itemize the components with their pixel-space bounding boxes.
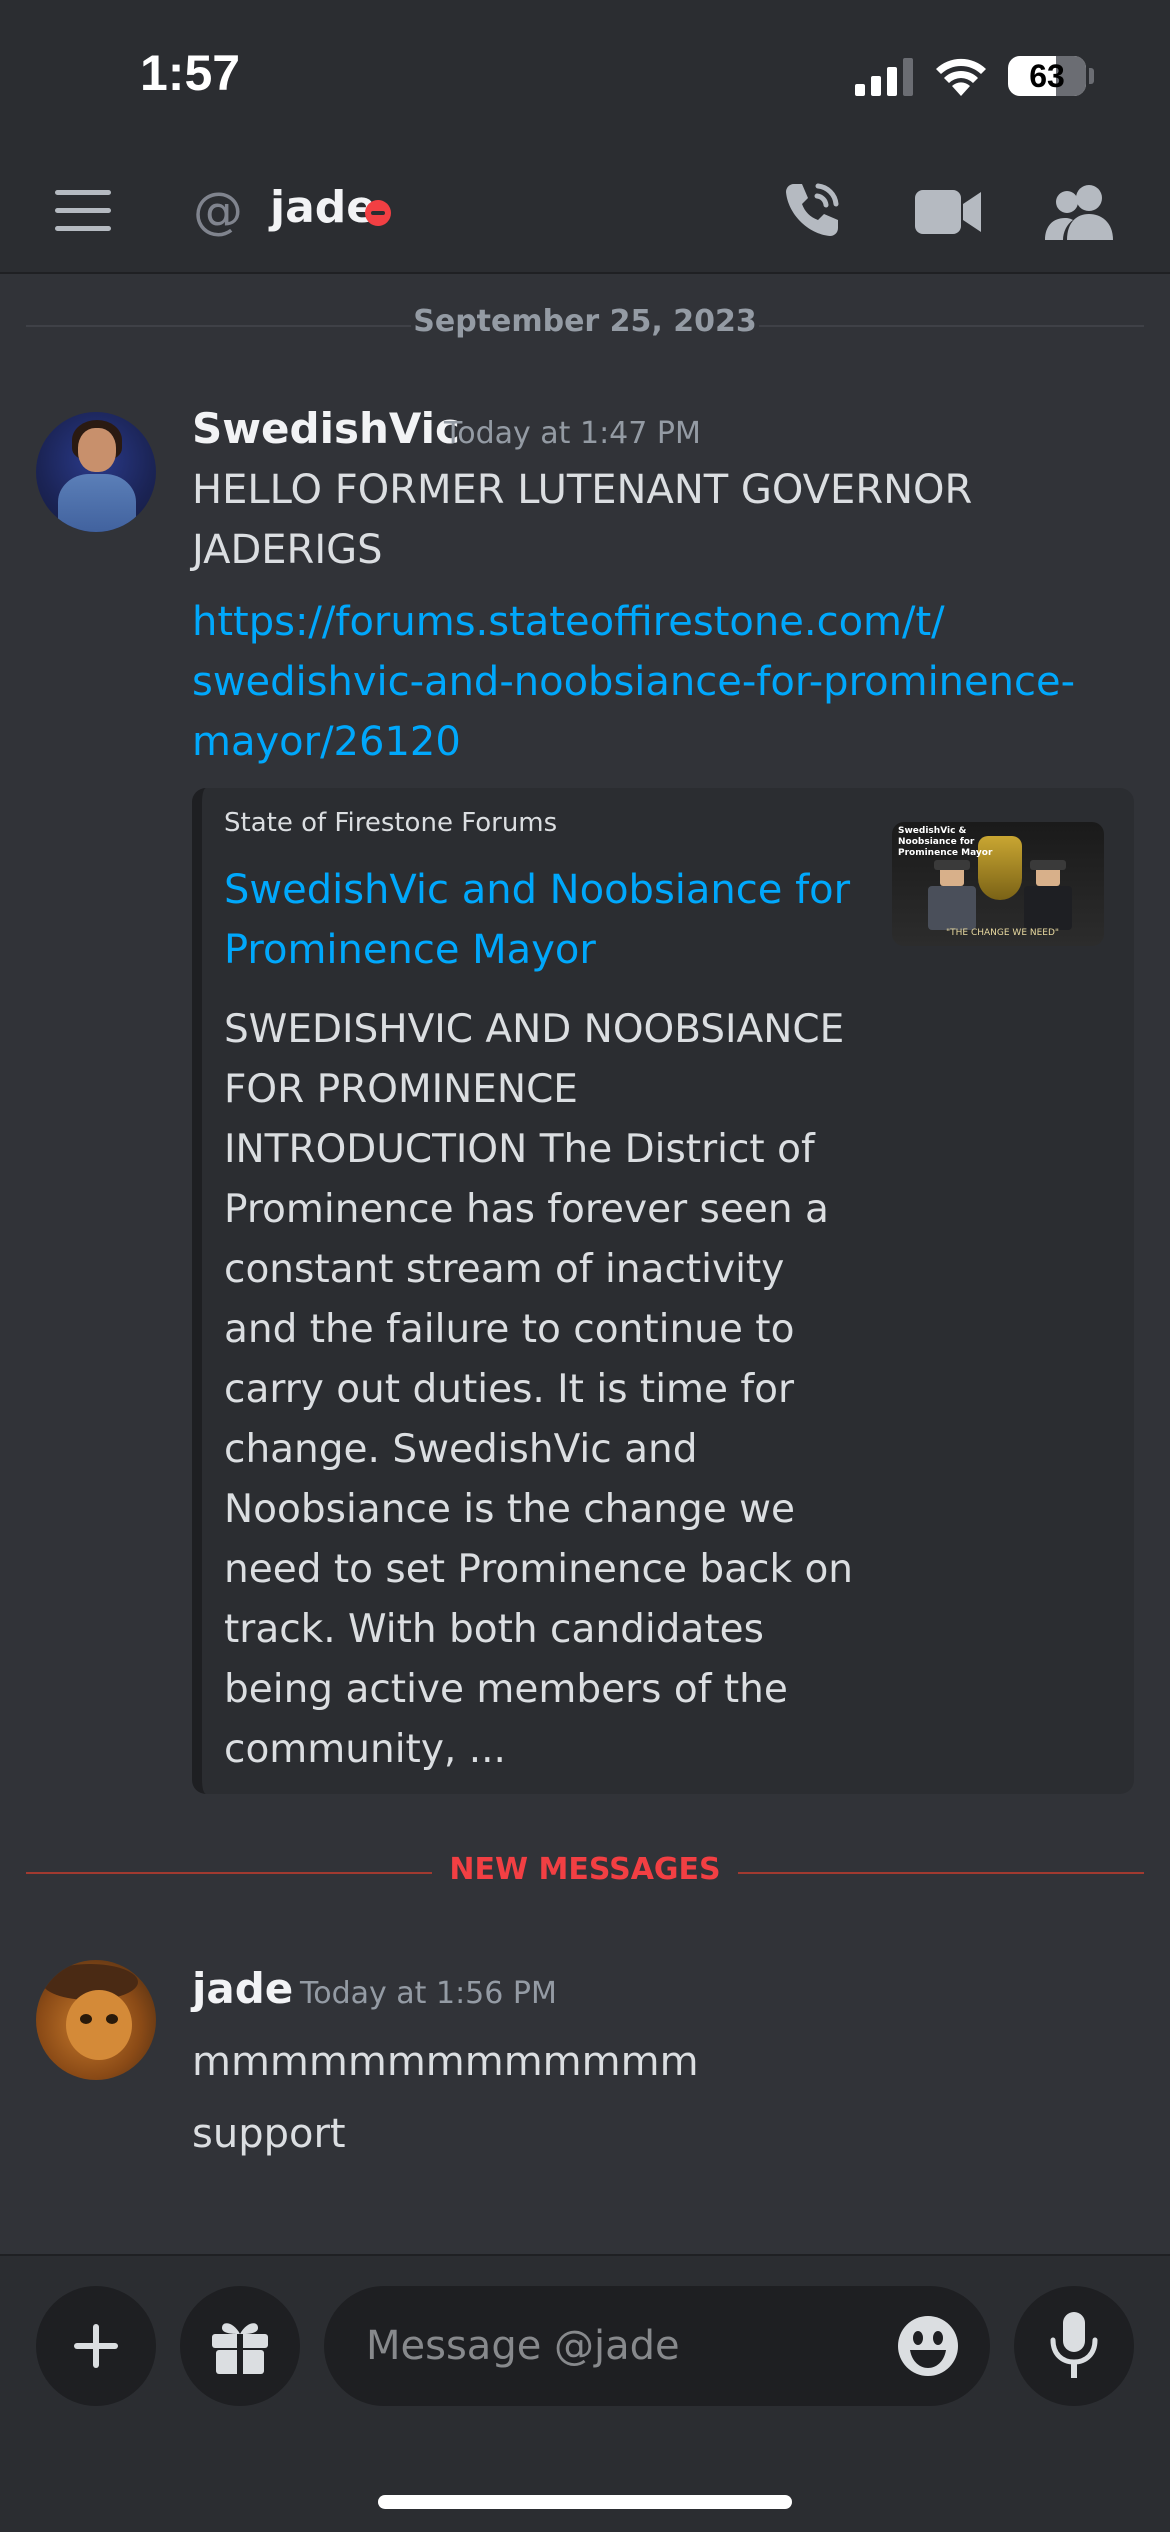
embed-description-line: need to set Prominence back on	[224, 1547, 854, 1592]
message-username[interactable]: SwedishVic	[192, 404, 460, 453]
microphone-button[interactable]	[1014, 2286, 1134, 2406]
embed-description-line: change. SwedishVic and	[224, 1427, 698, 1472]
message-text-line: support	[192, 2111, 346, 2157]
embed-description-line: INTRODUCTION The District of	[224, 1127, 815, 1172]
embed-description-line: carry out duties. It is time for	[224, 1367, 795, 1412]
embed-description-line: and the failure to continue to	[224, 1307, 795, 1352]
phone-call-icon[interactable]	[780, 178, 844, 242]
embed-description-line: Prominence has forever seen a	[224, 1187, 829, 1232]
gift-button[interactable]	[180, 2286, 300, 2406]
status-time: 1:57	[140, 45, 241, 101]
members-icon[interactable]	[1045, 182, 1115, 242]
at-icon: @	[193, 182, 243, 240]
embed-thumbnail[interactable]: SwedishVic & Noobsiance for Prominence M…	[892, 822, 1104, 946]
microphone-icon	[1050, 2312, 1098, 2378]
embed-description-line: SWEDISHVIC AND NOOBSIANCE	[224, 1007, 845, 1052]
thumbnail-figure	[1018, 860, 1078, 930]
message-text-line: JADERIGS	[192, 527, 383, 573]
embed-title-line[interactable]: SwedishVic and Noobsiance for	[224, 860, 864, 920]
thumbnail-caption: SwedishVic & Noobsiance for Prominence M…	[898, 826, 993, 858]
date-divider: September 25, 2023	[26, 300, 1144, 350]
new-messages-divider: NEW MESSAGES	[26, 1850, 1144, 1894]
battery-icon: 63	[1008, 56, 1086, 96]
message-link[interactable]: swedishvic-and-noobsiance-for-prominence…	[192, 652, 1075, 712]
embed-title-line[interactable]: Prominence Mayor	[224, 920, 864, 980]
cellular-signal-icon	[855, 58, 913, 96]
dnd-status-icon	[365, 200, 391, 226]
message-input[interactable]	[324, 2286, 990, 2406]
avatar[interactable]	[36, 412, 156, 532]
message-username[interactable]: jade	[192, 1964, 293, 2013]
embed-description-line: being active members of the	[224, 1667, 788, 1712]
video-camera-icon[interactable]	[915, 188, 981, 236]
wifi-icon	[936, 58, 986, 96]
link-embed[interactable]: State of Firestone Forums SwedishVic and…	[192, 788, 1134, 1794]
embed-provider[interactable]: State of Firestone Forums	[224, 808, 557, 838]
message-link[interactable]: mayor/26120	[192, 712, 461, 772]
embed-description-line: Noobsiance is the change we	[224, 1487, 796, 1532]
dm-recipient-name[interactable]: jade	[270, 182, 376, 233]
embed-description-line: track. With both candidates	[224, 1607, 764, 1652]
battery-nub	[1089, 68, 1094, 84]
channel-header: @ jade	[0, 150, 1170, 274]
embed-title[interactable]: SwedishVic and Noobsiance for Prominence…	[224, 860, 864, 980]
message-timestamp: Today at 1:56 PM	[300, 1976, 557, 2011]
thumbnail-footer: "THE CHANGE WE NEED"	[946, 928, 1060, 938]
hamburger-icon[interactable]	[55, 190, 113, 234]
message-link[interactable]: https://forums.stateoffirestone.com/t/	[192, 592, 945, 652]
embed-description-line: constant stream of inactivity	[224, 1247, 785, 1292]
home-indicator[interactable]	[378, 2495, 792, 2509]
plus-icon[interactable]	[36, 2286, 156, 2406]
message-text-line: HELLO FORMER LUTENANT GOVERNOR	[192, 467, 973, 513]
message-composer	[0, 2254, 1170, 2532]
message-timestamp: Today at 1:47 PM	[444, 416, 701, 451]
thumbnail-figure	[922, 860, 982, 930]
status-bar: 1:57 63	[0, 0, 1170, 150]
new-messages-label: NEW MESSAGES	[449, 1852, 721, 1887]
embed-description-line: FOR PROMINENCE	[224, 1067, 578, 1112]
emoji-icon[interactable]	[896, 2314, 960, 2378]
avatar[interactable]	[36, 1960, 156, 2080]
gift-icon	[212, 2323, 268, 2374]
battery-level: 63	[1029, 58, 1065, 94]
date-divider-label: September 25, 2023	[413, 304, 757, 339]
embed-description: SWEDISHVIC AND NOOBSIANCE FOR PROMINENCE…	[224, 1000, 884, 1780]
message-text-line: mmmmmmmmmmmmm	[192, 2039, 699, 2085]
embed-description-line: community, ...	[224, 1727, 506, 1772]
